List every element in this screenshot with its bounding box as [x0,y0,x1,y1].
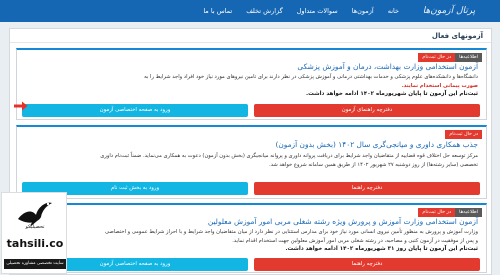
nav-menu: خانه آزمون‌ها سوالات متداول گزارش تخلف ت… [196,0,406,22]
exam-title[interactable]: آزمون استخدامی وزارت آموزش و پرورش ویژه … [208,217,478,226]
exam-badges: در حال ثبت‌نام [445,130,482,139]
exam-desc-line: مرکز توسعه حل اختلاف قوه قضاییه از متقاض… [100,153,478,159]
exam-title[interactable]: آزمون استخدامی وزارت بهداشت، درمان و آمو… [297,62,478,71]
nav-item-exams[interactable]: آزمون‌ها [345,0,381,22]
announcements-badge[interactable]: اطلاعیه‌ها [455,53,482,62]
exam-desc-line: صورت پیمانی استخدام نمایند. [401,82,478,89]
exam-card-education: اطلاعیه‌ها در حال ثبت‌نام آزمون استخدامی… [16,203,487,273]
site-logo[interactable]: پرتال آزمون‌ها [406,0,492,22]
top-navbar: پرتال آزمون‌ها خانه آزمون‌ها سوالات متدا… [0,0,500,22]
watermark-domain: tahsili.co [6,237,64,250]
nav-item-report[interactable]: گزارش تخلف [239,0,290,22]
exam-desc-line: و پس از موفقیت در آزمون کتبی و مصاحبه، د… [232,237,478,244]
enter-exam-page-button[interactable]: ورود به صفحه اختصاصی آزمون [22,104,248,117]
exam-description: دانشگاه‌ها و دانشکده‌های علوم پزشکی و خد… [23,73,478,99]
announcements-badge[interactable]: اطلاعیه‌ها [455,208,482,217]
guide-button[interactable]: دفترچه راهنما [254,258,480,271]
exam-desc-line: دانشگاه‌ها و دانشکده‌های علوم پزشکی و خد… [144,74,478,80]
guide-button[interactable]: دفترچه راهنمای آزمون [254,104,480,117]
panel-heading: آزمونهای فعال [10,29,491,43]
registration-status-badge: در حال ثبت‌نام [418,208,456,217]
watermark-tagline: سایت تخصصی مشاوره تحصیلی [4,259,66,269]
exam-deadline: ثبت‌نام این آزمون تا پایان روز ۳۱ شهریور… [285,246,478,253]
exam-description: مرکز توسعه حل اختلاف قوه قضاییه از متقاض… [23,152,478,169]
watermark-badge: تحصیلیکو tahsili.co سایت تخصصی مشاوره تح… [1,192,67,274]
active-exams-panel: آزمونهای فعال اطلاعیه‌ها در حال ثبت‌نام … [9,28,492,275]
guide-button[interactable]: دفترچه راهنما [254,182,480,195]
exam-card-health: اطلاعیه‌ها در حال ثبت‌نام آزمون استخدامی… [16,48,487,120]
exam-badges: اطلاعیه‌ها در حال ثبت‌نام [418,53,482,62]
arrow-right-icon [14,101,28,111]
nav-item-contact[interactable]: تماس با ما [196,0,239,22]
exam-title[interactable]: جذب همکاری داوری و میانجی‌گری سال ۱۴۰۲ (… [275,140,478,149]
exam-desc-line: وزارت آموزش و پرورش به منظور تأمین نیروی… [105,229,478,235]
registration-status-badge: در حال ثبت‌نام [418,53,456,62]
exam-description: وزارت آموزش و پرورش به منظور تأمین نیروی… [23,228,478,254]
registration-status-badge: در حال ثبت‌نام [445,130,482,139]
exam-badges: اطلاعیه‌ها در حال ثبت‌نام [418,208,482,217]
nav-item-faq[interactable]: سوالات متداول [290,0,345,22]
nav-item-home[interactable]: خانه [381,0,406,22]
logo-text: پرتال آزمون‌ها [422,6,476,16]
exam-desc-line: تخصصی (سایر رشته‌ها) از روز دوشنبه ۲۷ شه… [269,161,478,168]
exam-card-arbitration: در حال ثبت‌نام جذب همکاری داوری و میانجی… [16,125,487,199]
watermark-persian-name: تحصیلیکو [25,224,45,230]
exam-deadline: ثبت‌نام این آزمون تا پایان شهریورماه ۱۴۰… [306,91,478,98]
